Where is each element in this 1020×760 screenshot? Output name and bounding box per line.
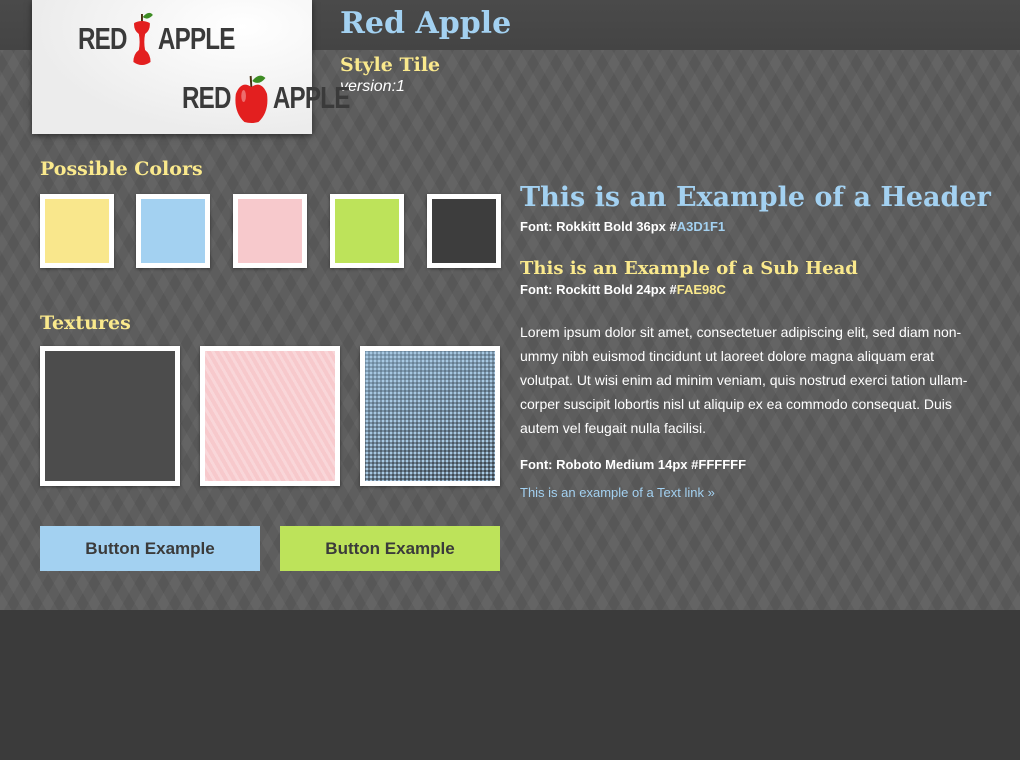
subhead-color-code: FAE98C [676, 282, 726, 297]
logo-bitten-apple: RED APPLE [78, 10, 235, 68]
swatch-fill [141, 199, 205, 263]
example-text-link[interactable]: This is an example of a Text link » [520, 485, 715, 500]
subhead-font-note: Font: Rockitt Bold 24px #FAE98C [520, 282, 726, 297]
swatch-fill [432, 199, 496, 263]
textures-heading: Textures [40, 312, 131, 334]
header-font-label: Font: Rokkitt Bold 36px # [520, 219, 677, 234]
logo-word-red: RED [78, 21, 127, 56]
subhead-font-label: Font: Rockitt Bold 24px # [520, 282, 677, 297]
version-label: version:1 [340, 78, 405, 95]
header-color-code: A3D1F1 [676, 219, 726, 234]
logo-whole-apple: RED APPLE [182, 72, 350, 124]
apple-icon [235, 75, 268, 123]
body-font-note: Font: Roboto Medium 14px #FFFFFF [520, 457, 747, 472]
color-swatch-dark [427, 194, 501, 268]
button-example-green[interactable]: Button Example [280, 526, 500, 571]
color-swatch-green [330, 194, 404, 268]
texture-pink-stripes [200, 346, 340, 486]
example-subhead: This is an Example of a Sub Head [520, 258, 858, 279]
possible-colors-heading: Possible Colors [40, 158, 203, 180]
logo-card: RED APPLE RED APPLE [32, 0, 350, 134]
button-example-blue[interactable]: Button Example [40, 526, 260, 571]
swatch-fill [238, 199, 302, 263]
example-header: This is an Example of a Header [520, 182, 991, 213]
texture-halftone [360, 346, 500, 486]
swatch-fill [335, 199, 399, 263]
logo-word-apple: APPLE [157, 21, 236, 56]
page-subtitle: Style Tile [340, 54, 441, 76]
page-title: Red Apple [340, 6, 512, 41]
logo-word-red: RED [182, 80, 231, 115]
apple-core-icon [133, 12, 154, 65]
texture-dark [40, 346, 180, 486]
swatch-fill [45, 199, 109, 263]
color-swatch-yellow [40, 194, 114, 268]
color-swatch-pink [233, 194, 307, 268]
color-swatch-blue [136, 194, 210, 268]
header-font-note: Font: Rokkitt Bold 36px #A3D1F1 [520, 219, 725, 234]
example-body-text: Lorem ipsum dolor sit amet, consectetuer… [520, 324, 968, 436]
logo-word-apple: APPLE [272, 80, 351, 115]
